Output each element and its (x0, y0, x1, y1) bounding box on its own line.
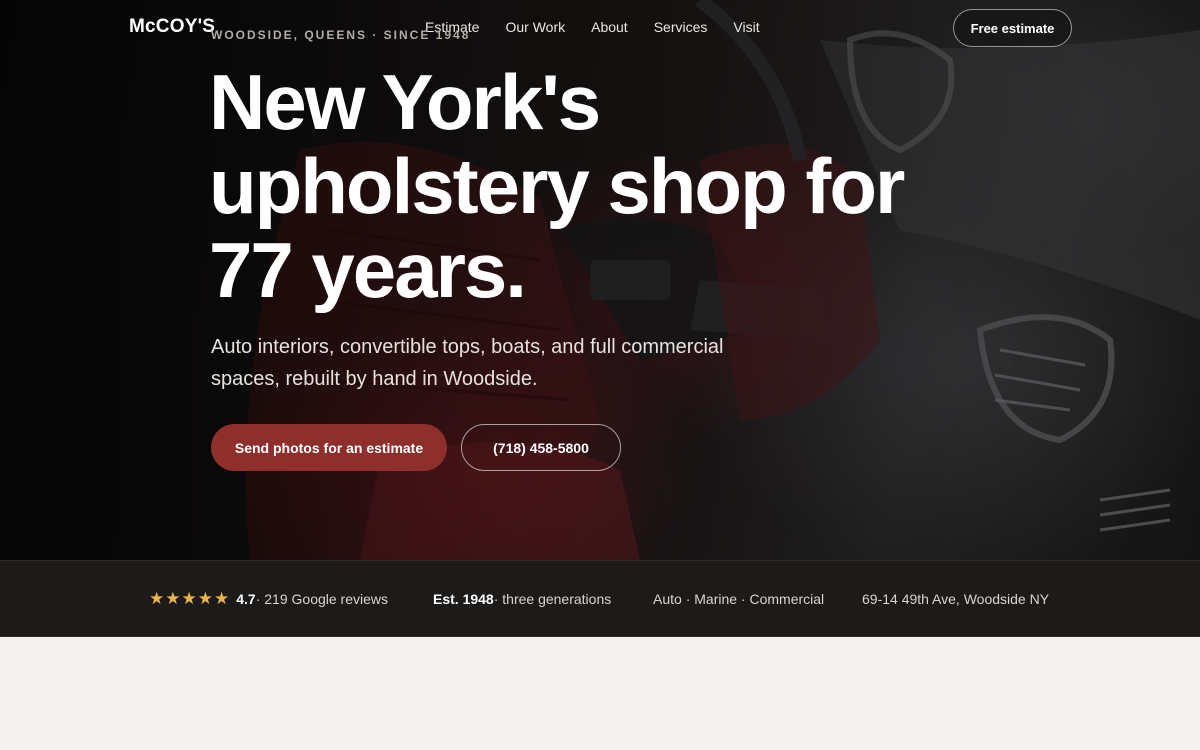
nav-link-about[interactable]: About (591, 19, 628, 35)
lower-section (0, 637, 1200, 750)
star-icon: ★ (181, 589, 197, 608)
stat-rating: ★ ★ ★ ★ ★ 4.7 · 219 Google reviews (149, 589, 389, 608)
star-icon: ★ (214, 589, 230, 608)
star-icon: ★ (197, 589, 213, 608)
stat-established: Est. 1948 · three generations (433, 591, 611, 607)
rating-text: · 219 Google reviews (255, 591, 389, 607)
stat-services: Auto · Marine · Commercial (653, 591, 825, 607)
hero-eyebrow: WOODSIDE, QUEENS · SINCE 1948 (211, 28, 471, 42)
brand-logo[interactable]: McCOY'S (129, 16, 215, 38)
star-icon: ★ (165, 589, 181, 608)
nav-link-visit[interactable]: Visit (733, 19, 759, 35)
hero-headline: New York's upholstery shop for 77 years. (209, 58, 905, 314)
nav-link-our-work[interactable]: Our Work (505, 19, 565, 35)
nav-links: Estimate Our Work About Services Visit (425, 19, 760, 35)
free-estimate-button[interactable]: Free estimate (953, 9, 1072, 47)
nav-link-services[interactable]: Services (654, 19, 708, 35)
established-value: Est. 1948 (433, 591, 494, 607)
stat-address: 69-14 49th Ave, Woodside NY (862, 591, 1050, 607)
hero-section: McCOY'S Estimate Our Work About Services… (0, 0, 1200, 560)
send-photos-button[interactable]: Send photos for an estimate (211, 424, 447, 471)
phone-button[interactable]: (718) 458-5800 (461, 424, 621, 471)
rating-value: 4.7 (236, 591, 256, 607)
hero-subhead: Auto interiors, convertible tops, boats,… (211, 336, 724, 390)
stats-bar: ★ ★ ★ ★ ★ 4.7 · 219 Google reviews Est. … (0, 560, 1200, 637)
established-text: · three generations (493, 591, 612, 607)
rating-stars: ★ ★ ★ ★ ★ (149, 589, 230, 608)
top-navigation: McCOY'S Estimate Our Work About Services… (0, 0, 1200, 56)
star-icon: ★ (149, 589, 165, 608)
